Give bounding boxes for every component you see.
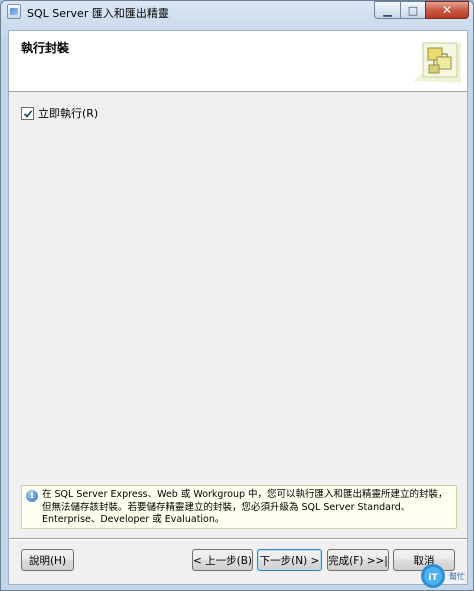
info-icon: i [26,490,38,502]
back-button[interactable]: < 上一步(B) [192,549,253,571]
next-button-label: 下一步(N) > [259,554,320,567]
finish-button[interactable]: 完成(F) >>| [327,549,389,571]
help-button[interactable]: 說明(H) [21,549,74,571]
back-button-label: < 上一步(B) [192,554,253,567]
next-button[interactable]: 下一步(N) > [257,549,322,571]
wizard-package-icon [413,41,461,83]
run-immediately-label[interactable]: 立即執行(R) [38,105,98,121]
edition-info-text: 在 SQL Server Express、Web 或 Workgroup 中，您… [42,489,448,525]
ithome-watermark-logo: iT 幫忙 [421,564,465,588]
finish-button-label: 完成(F) >>| [328,554,388,567]
window-title: SQL Server 匯入和匯出精靈 [27,7,169,20]
svg-text:iT: iT [428,573,438,583]
wizard-content: 執行封裝 立即執行(R) i 在 SQL Server Express、Web [8,30,468,585]
maximize-button[interactable]: □ [400,1,425,19]
help-button-label: 說明(H) [28,554,67,567]
app-icon [7,4,21,19]
page-title: 執行封裝 [21,41,70,55]
run-immediately-option[interactable]: 立即執行(R) [21,105,98,121]
window-controls: ▁ □ ✕ [374,1,469,21]
minimize-icon: ▁ [383,3,392,17]
close-button[interactable]: ✕ [425,1,469,19]
maximize-icon: □ [407,3,419,17]
page-header: 執行封裝 [9,31,467,92]
wizard-window: SQL Server 匯入和匯出精靈 ▁ □ ✕ 執行封裝 立即執行(R) i … [0,0,474,591]
button-divider [9,538,467,540]
title-bar[interactable]: SQL Server 匯入和匯出精靈 ▁ □ ✕ [1,1,473,23]
close-icon: ✕ [441,3,453,17]
run-immediately-checkbox[interactable] [21,106,34,120]
svg-text:幫忙: 幫忙 [449,571,465,581]
checkmark-icon [23,109,33,118]
edition-info-box: i 在 SQL Server Express、Web 或 Workgroup 中… [21,485,457,529]
minimize-button[interactable]: ▁ [374,1,400,19]
